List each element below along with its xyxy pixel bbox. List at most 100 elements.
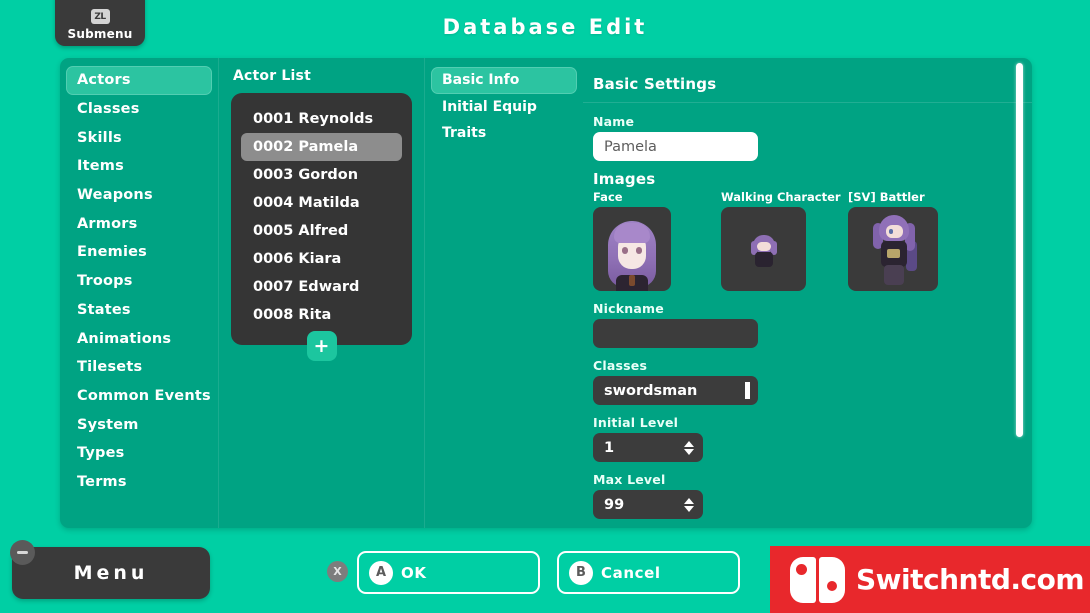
menu-button[interactable]: Menu — [12, 547, 210, 599]
cancel-button[interactable]: B Cancel — [557, 551, 740, 594]
tab-traits[interactable]: Traits — [431, 120, 577, 147]
sidebar-item-tilesets[interactable]: Tilesets — [66, 353, 212, 382]
screen-root: ZL Submenu Database Edit Actors Classes … — [0, 0, 1090, 613]
actor-list-header: Actor List — [233, 68, 311, 84]
sidebar-item-label: Enemies — [77, 244, 148, 261]
walking-character-sprite — [750, 235, 777, 269]
list-item[interactable]: 0005 Alfred — [241, 217, 402, 245]
sidebar-item-troops[interactable]: Troops — [66, 267, 212, 296]
images-row: Face Walking Character [SV] Battler — [593, 190, 1032, 291]
stepper-arrows[interactable] — [684, 497, 694, 512]
list-item-label: 0004 Matilda — [253, 195, 360, 211]
a-button-icon: A — [369, 560, 393, 585]
list-item-label: 0003 Gordon — [253, 167, 359, 183]
face-sprite — [604, 217, 660, 291]
image-slot-walking-character[interactable]: Walking Character — [721, 190, 848, 291]
actor-list-column: Actor List 0001 Reynolds 0002 Pamela 000… — [219, 58, 424, 528]
walking-character-label: Walking Character — [721, 190, 841, 204]
sidebar-item-label: Weapons — [77, 187, 153, 204]
image-slot-face[interactable]: Face — [593, 190, 721, 291]
nickname-label: Nickname — [593, 301, 664, 316]
max-level-stepper[interactable]: 99 — [593, 490, 703, 519]
sidebar-item-enemies[interactable]: Enemies — [66, 238, 212, 267]
max-level-value: 99 — [604, 496, 625, 513]
stepper-arrows[interactable] — [684, 440, 694, 455]
ok-button[interactable]: A OK — [357, 551, 540, 594]
page-title: Database Edit — [442, 15, 648, 39]
plus-icon: + — [313, 334, 330, 357]
sidebar-item-types[interactable]: Types — [66, 439, 212, 468]
face-label: Face — [593, 190, 623, 204]
ok-button-label: OK — [401, 563, 427, 582]
minus-button-icon[interactable] — [10, 540, 35, 565]
x-key-label: X — [333, 565, 342, 578]
list-item[interactable]: 0006 Kiara — [241, 245, 402, 273]
list-item[interactable]: 0008 Rita — [241, 301, 402, 329]
sidebar-item-label: Items — [77, 158, 124, 175]
walking-character-image[interactable] — [721, 207, 806, 291]
x-button-icon[interactable]: X — [327, 561, 348, 582]
scrollbar-thumb[interactable] — [1016, 63, 1023, 437]
tab-basic-info[interactable]: Basic Info — [431, 67, 577, 94]
sidebar-item-weapons[interactable]: Weapons — [66, 181, 212, 210]
sidebar-item-label: Animations — [77, 330, 172, 347]
sidebar: Actors Classes Skills Items Weapons Armo… — [60, 58, 218, 528]
name-input[interactable]: Pamela — [593, 132, 758, 161]
list-item[interactable]: 0001 Reynolds — [241, 105, 402, 133]
tab-column: Basic Info Initial Equip Traits — [425, 58, 583, 528]
list-item-label: 0008 Rita — [253, 307, 332, 323]
list-item[interactable]: 0007 Edward — [241, 273, 402, 301]
joycon-right-icon — [819, 556, 845, 603]
actor-list-panel: 0001 Reynolds 0002 Pamela 0003 Gordon 00… — [231, 93, 412, 361]
tab-label: Initial Equip — [442, 98, 537, 115]
chevron-down-icon[interactable] — [684, 448, 694, 455]
sidebar-item-armors[interactable]: Armors — [66, 209, 212, 238]
settings-title: Basic Settings — [593, 75, 717, 93]
list-item-label: 0005 Alfred — [253, 223, 349, 239]
classes-label: Classes — [593, 358, 648, 373]
sidebar-item-label: Classes — [77, 101, 140, 118]
sidebar-item-skills[interactable]: Skills — [66, 123, 212, 152]
list-item[interactable]: 0003 Gordon — [241, 161, 402, 189]
chevron-up-icon[interactable] — [684, 497, 694, 504]
tab-initial-equip[interactable]: Initial Equip — [431, 94, 577, 121]
sidebar-item-system[interactable]: System — [66, 410, 212, 439]
add-actor-button[interactable]: + — [306, 331, 337, 361]
classes-value: swordsman — [604, 382, 698, 399]
name-value: Pamela — [604, 138, 657, 155]
nickname-input[interactable] — [593, 319, 758, 348]
list-item[interactable]: 0002 Pamela — [241, 133, 402, 161]
images-title: Images — [593, 170, 656, 188]
initial-level-stepper[interactable]: 1 — [593, 433, 703, 462]
sv-battler-sprite — [871, 215, 917, 285]
sv-battler-image[interactable] — [848, 207, 938, 291]
watermark-text: Switchntd.com — [856, 563, 1085, 596]
sidebar-item-terms[interactable]: Terms — [66, 468, 212, 497]
sidebar-item-label: Troops — [77, 273, 133, 290]
scrollbar[interactable] — [1016, 63, 1023, 503]
initial-level-value: 1 — [604, 439, 615, 456]
sidebar-item-label: Actors — [77, 72, 131, 89]
list-item[interactable]: 0004 Matilda — [241, 189, 402, 217]
image-slot-sv-battler[interactable]: [SV] Battler — [848, 190, 943, 291]
sidebar-item-common-events[interactable]: Common Events — [66, 382, 212, 411]
sidebar-item-states[interactable]: States — [66, 296, 212, 325]
joycon-left-icon — [790, 556, 816, 603]
chevron-down-icon[interactable] — [684, 505, 694, 512]
classes-input[interactable]: swordsman — [593, 376, 758, 405]
initial-level-label: Initial Level — [593, 415, 679, 430]
database-window: Actors Classes Skills Items Weapons Armo… — [60, 58, 1032, 528]
settings-pane: Basic Settings Name Pamela Images Face W… — [583, 58, 1032, 528]
chevron-up-icon[interactable] — [684, 440, 694, 447]
sidebar-item-classes[interactable]: Classes — [66, 95, 212, 124]
settings-body: Name Pamela Images Face Walking Characte… — [583, 103, 1032, 519]
list-item-label: 0007 Edward — [253, 279, 360, 295]
sidebar-item-actors[interactable]: Actors — [66, 66, 212, 95]
max-level-label: Max Level — [593, 472, 666, 487]
b-button-icon: B — [569, 560, 593, 585]
face-image[interactable] — [593, 207, 671, 291]
cancel-button-label: Cancel — [601, 563, 661, 582]
minus-glyph — [17, 551, 28, 554]
sidebar-item-animations[interactable]: Animations — [66, 324, 212, 353]
sidebar-item-items[interactable]: Items — [66, 152, 212, 181]
